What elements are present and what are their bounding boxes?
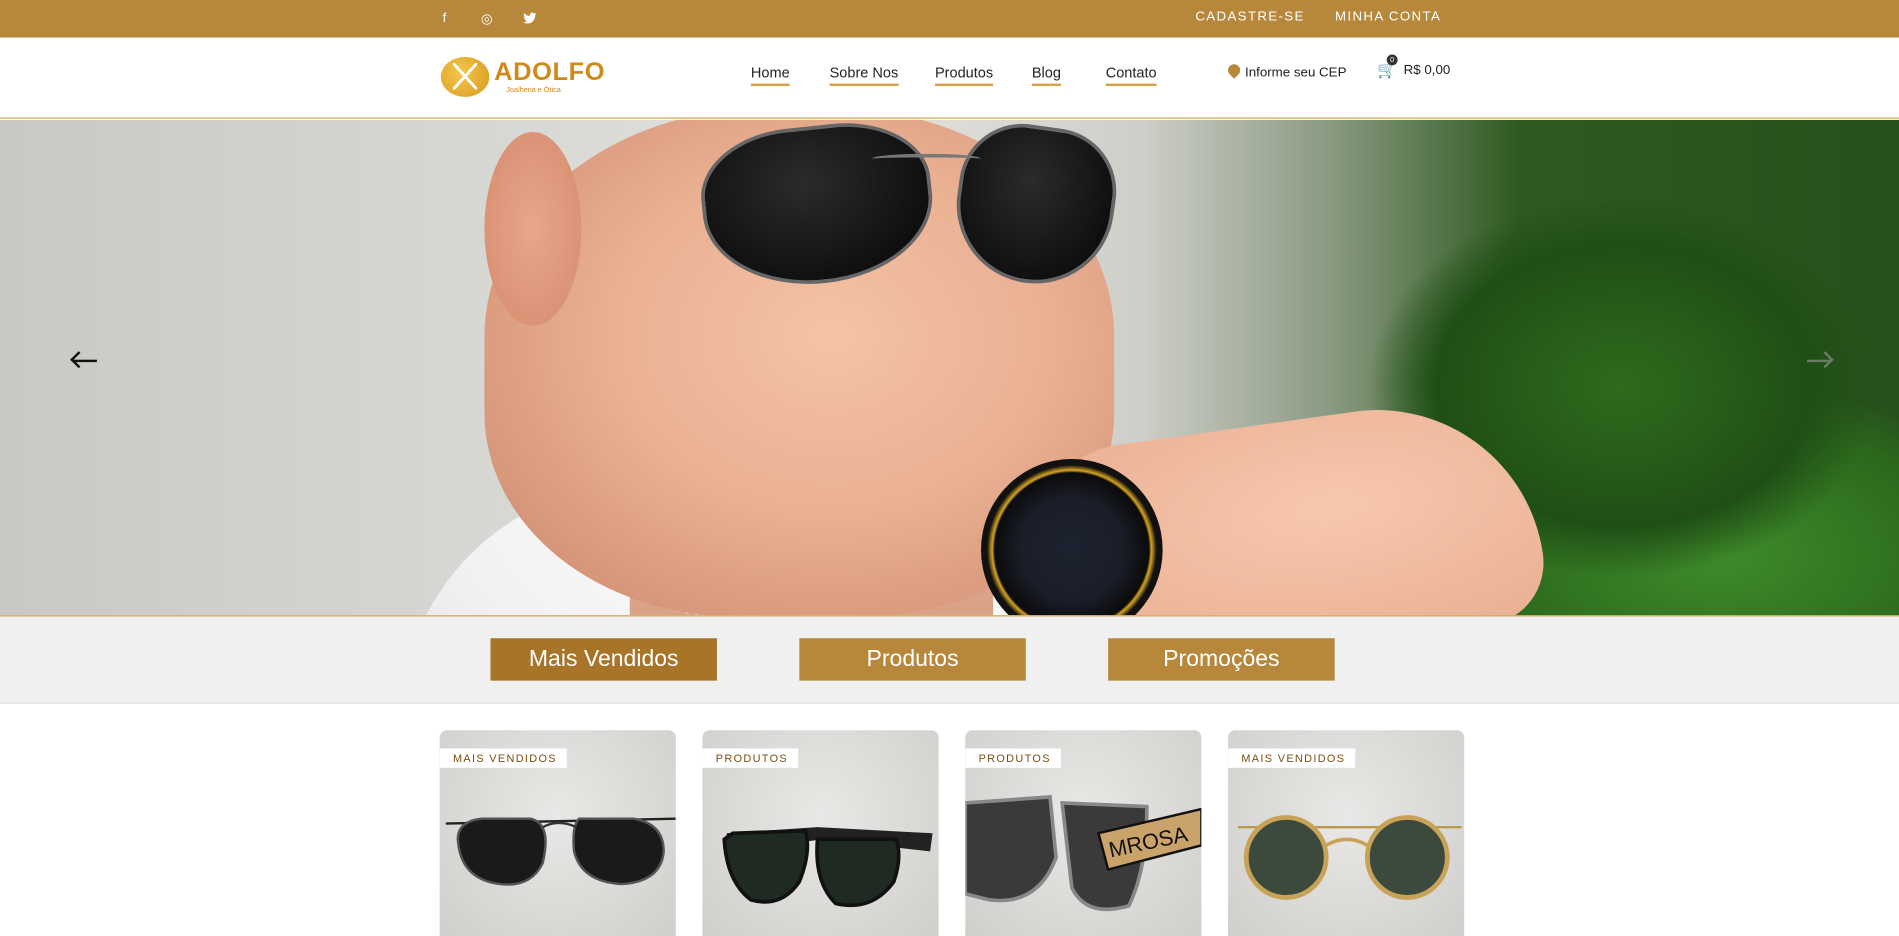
product-image: MROSA <box>965 794 1202 912</box>
product-card[interactable]: MAIS VENDIDOS <box>439 730 676 936</box>
nav-blog[interactable]: Blog <box>1031 64 1061 86</box>
nav-produtos[interactable]: Produtos <box>934 64 994 86</box>
cep-selector[interactable]: Informe seu CEP <box>1228 64 1346 81</box>
tab-mais-vendidos[interactable]: Mais Vendidos <box>490 638 717 681</box>
product-badge: PRODUTOS <box>965 748 1061 768</box>
nav-contato[interactable]: Contato <box>1105 64 1157 86</box>
hero-banner <box>0 119 1899 616</box>
cart-total: R$ 0,00 <box>1403 62 1451 78</box>
logo-mark-icon <box>440 56 490 97</box>
category-tabs: Mais Vendidos Produtos Promoções <box>0 615 1899 704</box>
social-links: f ◎ <box>436 8 538 27</box>
cart-count: 0 <box>1386 54 1398 66</box>
product-badge: MAIS VENDIDOS <box>439 748 567 768</box>
product-badge: MAIS VENDIDOS <box>1228 748 1355 768</box>
twitter-icon[interactable] <box>521 8 538 27</box>
cart[interactable]: 🛒 0 R$ 0,00 <box>1377 54 1451 79</box>
logo[interactable]: ADOLFO Joalheria e Ótica <box>440 56 606 97</box>
logo-name: ADOLFO <box>494 58 606 86</box>
instagram-icon[interactable]: ◎ <box>478 8 495 27</box>
product-card[interactable]: PRODUTOS MROSA <box>965 730 1202 936</box>
cep-label: Informe seu CEP <box>1245 65 1347 80</box>
top-bar: f ◎ CADASTRE-SE MINHA CONTA <box>0 0 1899 38</box>
product-badge: PRODUTOS <box>702 748 798 768</box>
site-header: ADOLFO Joalheria e Ótica Home Sobre Nos … <box>0 37 1899 119</box>
product-card[interactable]: PRODUTOS <box>702 730 939 936</box>
nav-sobre-nos[interactable]: Sobre Nos <box>829 64 899 86</box>
product-image <box>722 827 933 908</box>
location-pin-icon <box>1228 64 1240 81</box>
carousel-prev-arrow-icon[interactable] <box>70 351 97 370</box>
nav-home[interactable]: Home <box>750 64 790 86</box>
tab-promocoes[interactable]: Promoções <box>1108 638 1335 681</box>
product-image <box>1237 815 1462 900</box>
cart-icon: 🛒 0 <box>1377 54 1398 79</box>
tab-produtos[interactable]: Produtos <box>799 638 1026 681</box>
carousel-next-arrow-icon[interactable] <box>1806 351 1834 370</box>
top-links: CADASTRE-SE MINHA CONTA <box>1195 10 1441 25</box>
register-link[interactable]: CADASTRE-SE <box>1195 10 1304 25</box>
product-image <box>445 817 676 886</box>
facebook-icon[interactable]: f <box>436 8 453 27</box>
product-card[interactable]: MAIS VENDIDOS <box>1228 730 1465 936</box>
logo-tagline: Joalheria e Ótica <box>506 87 561 95</box>
my-account-link[interactable]: MINHA CONTA <box>1335 10 1441 25</box>
